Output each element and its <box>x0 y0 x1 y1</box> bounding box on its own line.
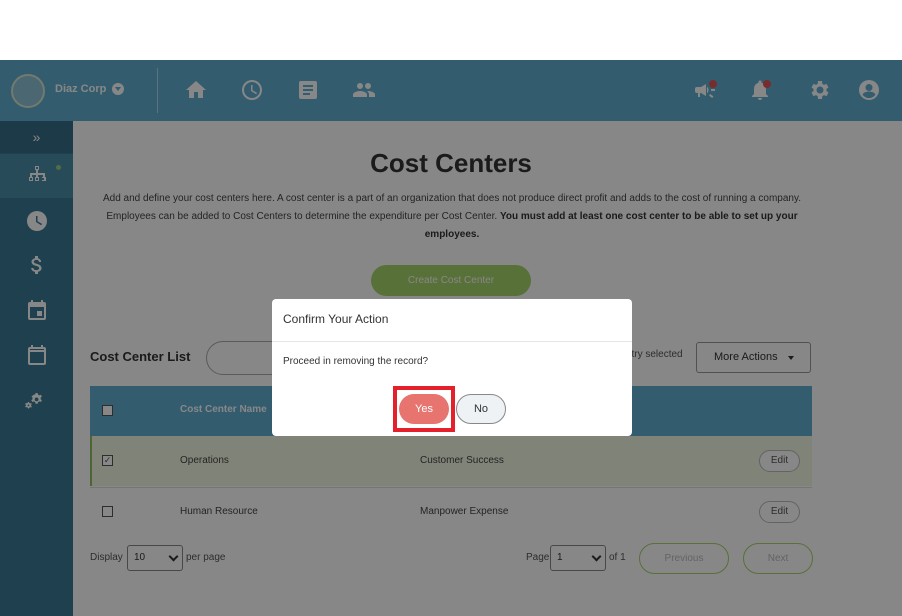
dialog-divider <box>272 341 632 342</box>
dialog-message: Proceed in removing the record? <box>283 356 429 367</box>
top-blank-area <box>0 0 902 60</box>
confirm-dialog: Confirm Your Action Proceed in removing … <box>272 299 632 436</box>
no-button[interactable]: No <box>456 394 506 424</box>
yes-button[interactable]: Yes <box>399 394 449 424</box>
dialog-title: Confirm Your Action <box>283 312 389 326</box>
